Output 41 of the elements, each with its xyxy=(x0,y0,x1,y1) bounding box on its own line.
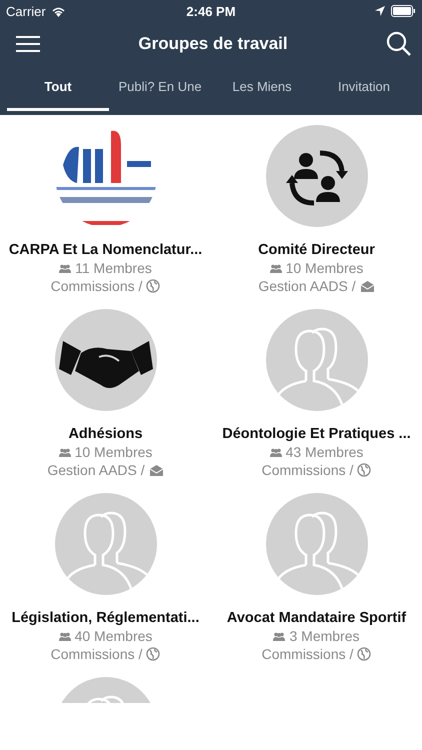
members-icon xyxy=(270,264,282,272)
handshake-icon xyxy=(54,309,156,411)
group-title[interactable]: Avocat Mandataire Sportif xyxy=(226,609,406,627)
group-title[interactable]: Adhésions xyxy=(68,425,143,443)
group-category: Gestion AADS / xyxy=(258,277,356,295)
carrier-label: Carrier xyxy=(6,4,46,18)
members-icon xyxy=(58,448,71,456)
member-count: 11 Membres xyxy=(75,259,152,277)
tab[interactable]: Les Miens xyxy=(211,65,313,111)
location-icon xyxy=(375,6,385,16)
group-title[interactable]: CARPA Et La Nomenclatur... xyxy=(8,241,202,259)
group-category: Commissions / xyxy=(50,277,142,295)
group-title[interactable]: Déontologie Et Pratiques ... xyxy=(222,425,411,443)
tab[interactable]: Invitation xyxy=(313,65,415,111)
member-count: 40 Membres xyxy=(74,627,152,645)
members-icon xyxy=(270,448,282,456)
battery-icon xyxy=(391,5,416,17)
menu-button[interactable] xyxy=(16,36,40,52)
tab[interactable]: Tout xyxy=(7,65,109,111)
search-button[interactable] xyxy=(386,30,412,56)
group-title[interactable]: Législation, Réglementati... xyxy=(12,609,200,627)
group-category: Commissions / xyxy=(262,645,354,663)
group-category: Gestion AADS / xyxy=(47,461,145,479)
tab[interactable]: Publi? En Une xyxy=(109,65,211,111)
screen-title: Groupes de travail xyxy=(138,34,288,54)
group-category: Commissions / xyxy=(262,461,354,479)
people-icon xyxy=(54,493,156,595)
group-title[interactable]: Comité Directeur xyxy=(258,241,375,259)
wifi-icon xyxy=(50,6,66,16)
people-icon xyxy=(266,309,368,411)
exchange-people-icon xyxy=(266,125,368,227)
members-icon xyxy=(59,264,72,272)
member-count: 10 Membres xyxy=(286,259,364,277)
member-count: 3 Membres xyxy=(289,627,360,645)
member-count: 43 Membres xyxy=(286,443,364,461)
people-icon xyxy=(266,493,368,595)
member-count: 10 Membres xyxy=(74,443,152,461)
members-icon xyxy=(273,632,286,640)
group-category: Commissions / xyxy=(50,645,142,663)
members-icon xyxy=(58,632,71,640)
status-time: 2:46 PM xyxy=(186,4,236,18)
